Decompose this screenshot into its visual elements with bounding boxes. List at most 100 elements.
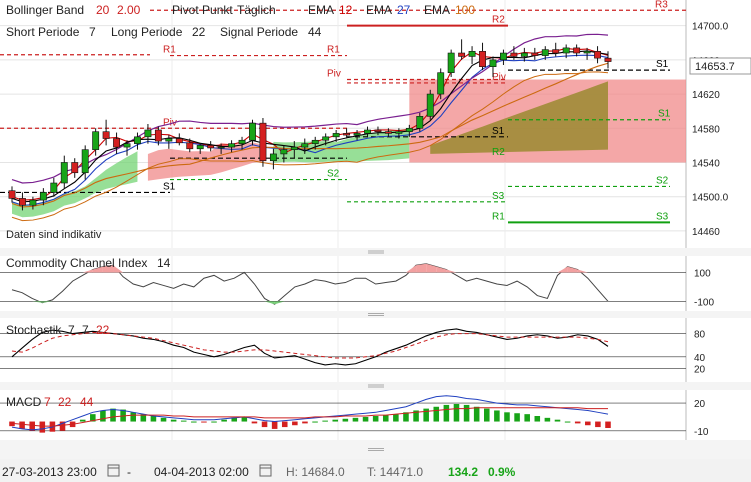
last-price-tag: 14653.7 bbox=[689, 57, 751, 75]
pivot-label: S1 bbox=[658, 109, 671, 120]
macd-histogram-bar bbox=[534, 416, 541, 422]
long-period-label[interactable]: Long Periode bbox=[111, 25, 183, 39]
signal-period-label[interactable]: Signal Periode bbox=[220, 25, 298, 39]
macd-histogram-bar bbox=[201, 421, 207, 423]
candle bbox=[154, 129, 162, 142]
panel-tick-label: -10 bbox=[694, 427, 709, 438]
candle bbox=[113, 138, 120, 148]
macd-histogram-bar bbox=[332, 419, 339, 422]
candle bbox=[416, 116, 424, 129]
macd-histogram-bar bbox=[564, 421, 571, 423]
candle bbox=[395, 131, 403, 134]
macd-histogram-bar bbox=[372, 416, 379, 422]
macd-histogram-bar bbox=[211, 421, 217, 423]
macd-histogram-bar bbox=[484, 408, 490, 422]
macd-title[interactable]: MACD bbox=[6, 395, 42, 409]
candle bbox=[238, 139, 246, 144]
candle bbox=[280, 149, 288, 155]
macd-histogram-bar bbox=[443, 404, 450, 422]
macd-histogram-bar bbox=[110, 408, 116, 422]
y-tick-label: 14700.0 bbox=[692, 22, 729, 33]
bollinger-label[interactable]: Bollinger Band bbox=[6, 3, 84, 17]
macd-param-1: 7 bbox=[44, 395, 51, 409]
candle bbox=[19, 198, 26, 206]
macd-histogram-bar bbox=[524, 414, 530, 422]
short-period-value: 7 bbox=[89, 25, 96, 39]
pivot-label: R1 bbox=[327, 45, 340, 56]
macd-histogram-bar bbox=[514, 413, 520, 422]
macd-histogram-bar bbox=[271, 421, 278, 429]
candle bbox=[447, 52, 455, 73]
cci-period: 14 bbox=[157, 256, 171, 270]
ema-12-value: 12 bbox=[339, 3, 353, 17]
candle bbox=[426, 93, 434, 117]
cci-title[interactable]: Commodity Channel Index bbox=[6, 256, 147, 270]
panel-tick-label: 40 bbox=[694, 353, 706, 364]
candle bbox=[479, 51, 486, 68]
stoch-title[interactable]: Stochastik bbox=[6, 323, 62, 337]
ema-100-value: 100 bbox=[455, 3, 475, 17]
candle bbox=[186, 142, 194, 150]
date-from[interactable]: 27-03-2013 23:00 bbox=[2, 465, 97, 479]
date-to[interactable]: 04-04-2013 02:00 bbox=[154, 465, 249, 479]
candle bbox=[405, 127, 413, 132]
ema-12-label[interactable]: EMA bbox=[308, 3, 334, 17]
pivot-period: Täglich bbox=[237, 3, 276, 17]
panel-tick-label: 20 bbox=[694, 399, 706, 410]
panel-divider bbox=[0, 382, 751, 390]
pivot-label: R1 bbox=[163, 45, 176, 56]
macd-histogram-bar bbox=[302, 421, 308, 424]
macd-histogram-bar bbox=[453, 404, 460, 422]
macd-histogram-bar bbox=[261, 421, 268, 428]
short-period-label[interactable]: Short Periode bbox=[6, 25, 80, 39]
candle bbox=[175, 138, 183, 144]
pivot-label[interactable]: Pivot Punkt bbox=[172, 3, 233, 17]
stoch-param-1: 7 bbox=[68, 323, 75, 337]
pivot-label: S1 bbox=[656, 59, 669, 70]
pivot-label: S1 bbox=[163, 181, 176, 192]
bollinger-param-1: 20 bbox=[96, 3, 110, 17]
candle bbox=[102, 131, 110, 139]
candle bbox=[290, 146, 298, 150]
candle bbox=[437, 72, 445, 95]
macd-histogram-bar bbox=[504, 412, 510, 422]
ema-100-label[interactable]: EMA bbox=[424, 3, 450, 17]
candle bbox=[583, 51, 591, 54]
candle bbox=[249, 122, 256, 141]
candle bbox=[29, 199, 37, 206]
candle bbox=[39, 192, 47, 201]
candle bbox=[322, 136, 330, 141]
footer-bar: 27-03-2013 23:00 - 04-04-2013 02:00 H: 1… bbox=[0, 459, 751, 482]
long-period-value: 22 bbox=[192, 25, 206, 39]
macd-histogram-bar bbox=[463, 404, 470, 422]
stoch-param-2: 7 bbox=[82, 323, 89, 337]
candle bbox=[228, 143, 236, 148]
y-tick-label: 14500.0 bbox=[692, 193, 729, 204]
candle bbox=[8, 190, 16, 199]
candle bbox=[311, 139, 319, 144]
high-value: H: 14684.0 bbox=[286, 465, 345, 479]
stoch-param-3: 22 bbox=[96, 323, 110, 337]
signal-period-value: 44 bbox=[308, 25, 322, 39]
date-separator: - bbox=[127, 465, 131, 479]
macd-histogram-bar bbox=[221, 419, 227, 422]
candle bbox=[301, 143, 309, 148]
candle bbox=[353, 133, 361, 136]
macd-histogram-bar bbox=[170, 419, 177, 422]
bollinger-param-2: 2.00 bbox=[117, 3, 141, 17]
pivot-label: Piv bbox=[327, 69, 341, 80]
candle bbox=[489, 59, 497, 68]
ema-27-label[interactable]: EMA bbox=[366, 3, 392, 17]
candle bbox=[520, 52, 528, 57]
macd-histogram-bar bbox=[393, 414, 399, 422]
candle bbox=[594, 51, 601, 59]
candle bbox=[269, 153, 277, 162]
macd-histogram-bar bbox=[180, 420, 187, 422]
cci-overbought-fill bbox=[416, 263, 427, 273]
candle bbox=[217, 146, 225, 149]
candle bbox=[510, 52, 518, 57]
panel-divider bbox=[0, 248, 751, 256]
candle bbox=[531, 52, 539, 56]
macd-histogram-bar bbox=[191, 421, 197, 423]
macd-histogram-bar bbox=[160, 417, 167, 422]
